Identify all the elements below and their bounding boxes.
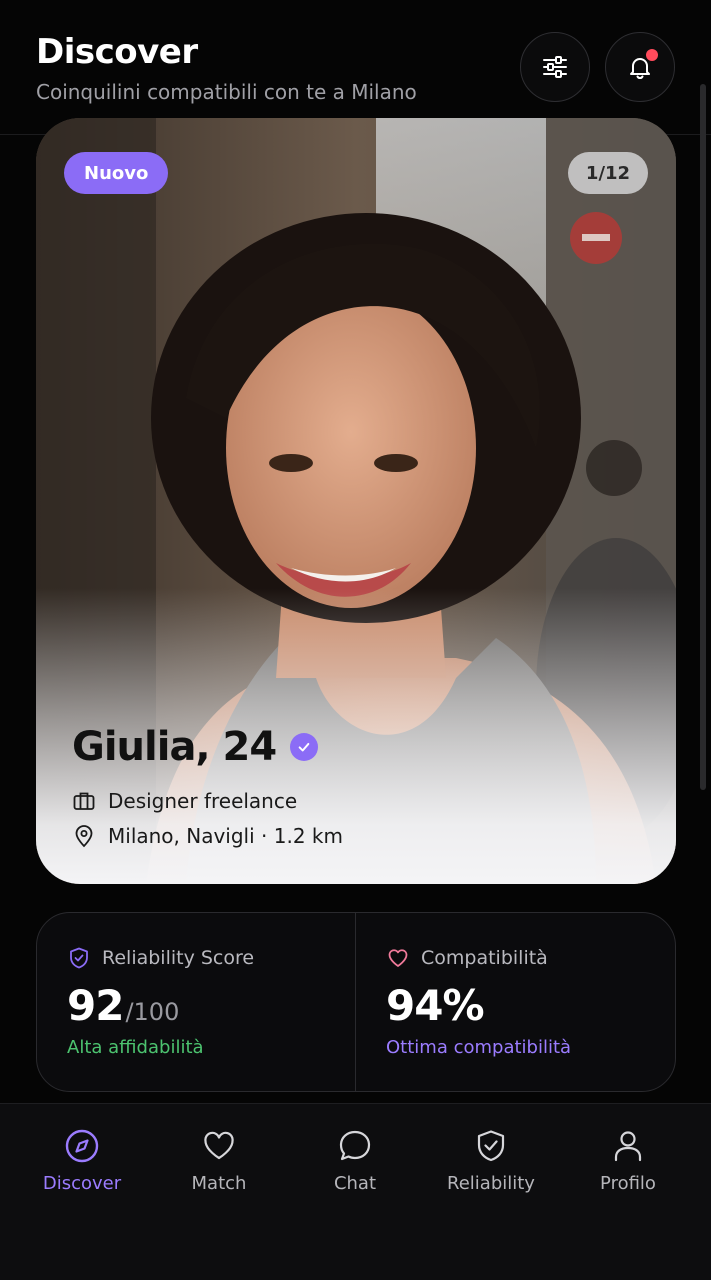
nav-item-chat[interactable]: Chat	[290, 1128, 420, 1208]
compass-icon	[65, 1129, 99, 1163]
nav-item-reliability[interactable]: Reliability	[426, 1128, 556, 1208]
nav-item-match[interactable]: Match	[154, 1128, 284, 1208]
shield-check-icon	[70, 947, 88, 969]
sliders-icon	[543, 56, 567, 78]
reliability-note: Alta affidabilità	[67, 1037, 204, 1058]
briefcase-icon	[73, 792, 95, 810]
location-text: Milano, Navigli · 1.2 km	[108, 824, 343, 848]
app-header: Discover Coinquilini compatibili con te …	[0, 0, 711, 135]
new-badge: Nuovo	[64, 152, 169, 194]
notifications-button[interactable]	[605, 32, 675, 102]
profile-card[interactable]: Nuovo 1/12 Giulia, 24 Designer freelance…	[36, 118, 676, 884]
notification-dot	[646, 49, 658, 61]
bottom-nav: Discover Match Chat Reliability Profilo	[0, 1103, 711, 1280]
nav-label-match: Match	[191, 1173, 247, 1194]
compatibility-stat[interactable]: Compatibilità 94% Ottima compatibilità	[356, 913, 674, 1091]
nav-label-discover: Discover	[42, 1173, 122, 1194]
occupation-row: Designer freelance	[72, 786, 297, 816]
compatibility-note: Ottima compatibilità	[386, 1037, 572, 1058]
profile-name: Giulia, 24	[72, 724, 277, 770]
reliability-label: Reliability Score	[102, 947, 255, 969]
filter-button[interactable]	[520, 32, 590, 102]
nav-label-profilo: Profilo	[600, 1173, 656, 1194]
heart-icon	[388, 949, 408, 967]
location-row: Milano, Navigli · 1.2 km	[72, 821, 343, 851]
stats-card: Reliability Score 92 /100 Alta affidabil…	[36, 912, 676, 1092]
nav-label-reliability: Reliability	[447, 1173, 535, 1194]
scrollbar[interactable]	[700, 84, 706, 790]
reliability-max: /100	[125, 998, 180, 1026]
user-icon	[614, 1131, 642, 1162]
profile-name-row: Giulia, 24	[72, 722, 319, 772]
photo-counter: 1/12	[568, 152, 648, 194]
nav-item-discover[interactable]: Discover	[17, 1128, 147, 1208]
occupation-text: Designer freelance	[108, 789, 298, 813]
nav-item-profilo[interactable]: Profilo	[563, 1128, 693, 1208]
nav-label-chat: Chat	[333, 1173, 377, 1194]
compatibility-label: Compatibilità	[421, 947, 548, 969]
map-pin-icon	[75, 825, 93, 848]
reliability-stat[interactable]: Reliability Score 92 /100 Alta affidabil…	[37, 913, 355, 1091]
shield-check-icon	[477, 1130, 505, 1162]
page-title: Discover	[36, 32, 198, 72]
reliability-value: 92	[67, 981, 124, 1030]
chat-bubble-icon	[339, 1130, 371, 1161]
verified-badge-icon	[290, 733, 319, 761]
page-subtitle: Coinquilini compatibili con te a Milano	[36, 80, 417, 104]
compatibility-value: 94%	[386, 981, 485, 1030]
heart-icon	[204, 1131, 234, 1160]
